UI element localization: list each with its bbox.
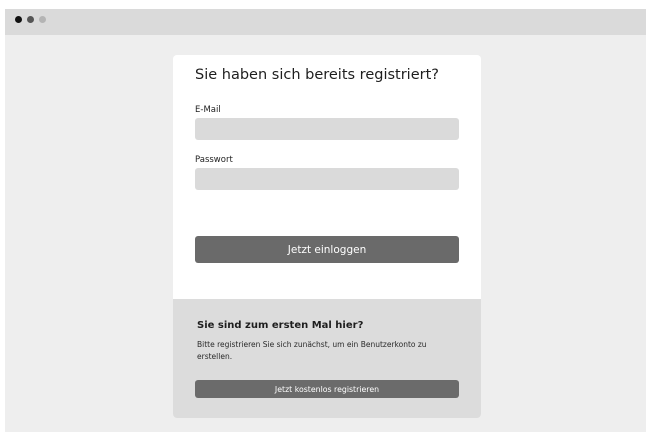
registration-section: Sie sind zum ersten Mal hier? Bitte regi… (173, 299, 481, 418)
login-title: Sie haben sich bereits registriert? (195, 67, 439, 83)
registration-text: Bitte registrieren Sie sich zunächst, um… (197, 340, 427, 361)
password-label: Passwort (195, 155, 233, 165)
login-button[interactable]: Jetzt einloggen (195, 236, 459, 263)
window-titlebar (5, 9, 646, 35)
email-label: E-Mail (195, 105, 221, 115)
browser-window: Sie haben sich bereits registriert? E-Ma… (5, 9, 646, 432)
email-field[interactable] (195, 118, 459, 140)
register-button[interactable]: Jetzt kostenlos registrieren (195, 380, 459, 398)
minimize-window-icon[interactable] (27, 16, 34, 23)
password-field[interactable] (195, 168, 459, 190)
maximize-window-icon[interactable] (39, 16, 46, 23)
close-window-icon[interactable] (15, 16, 22, 23)
registration-title: Sie sind zum ersten Mal hier? (197, 320, 364, 331)
login-card: Sie haben sich bereits registriert? E-Ma… (173, 55, 481, 418)
